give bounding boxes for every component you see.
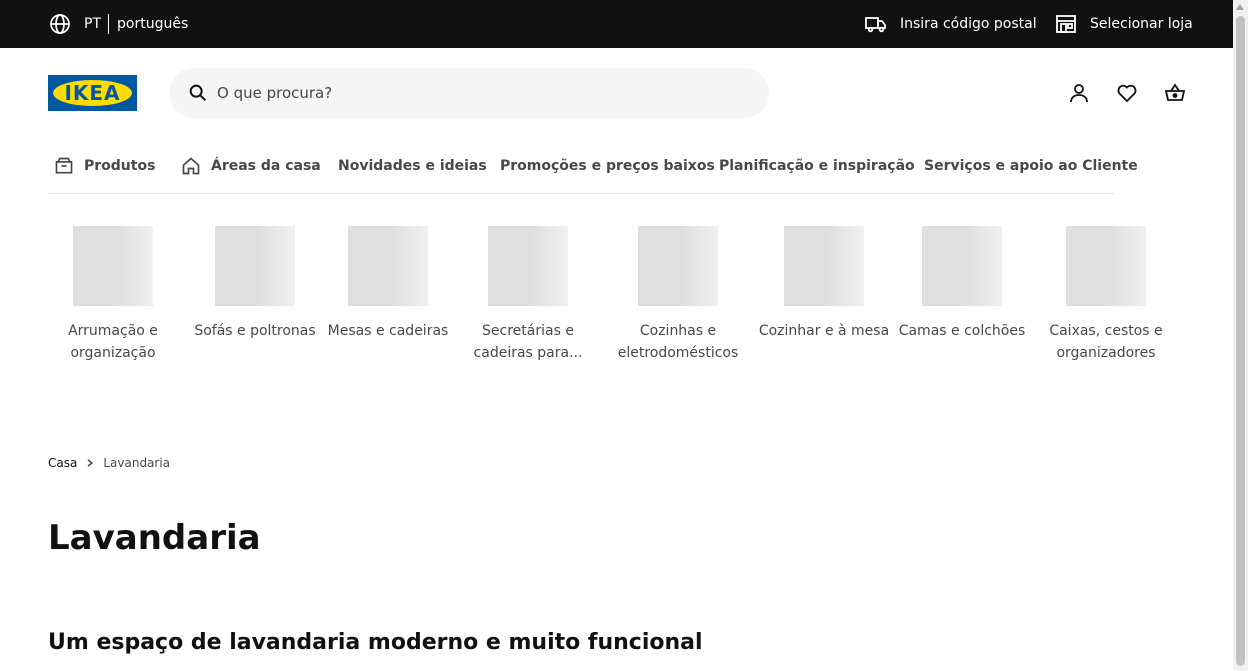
postal-code-button[interactable]: Insira código postal [864, 12, 1037, 36]
category-label: Cozinhar e à mesa [758, 323, 890, 339]
nav-item-label: Promoções e preços baixos [500, 158, 715, 174]
page-scrollbar[interactable] [1233, 0, 1248, 671]
category-image [784, 226, 864, 306]
page-title: Lavandaria [48, 518, 261, 558]
category-item[interactable]: Cozinhas e eletrodomésticos [603, 226, 753, 364]
category-label: Camas e colchões [898, 323, 1026, 339]
category-item[interactable]: Sofás e poltronas [180, 226, 330, 342]
nav-item-news[interactable]: Novidades e ideias [338, 156, 487, 176]
breadcrumb-link-home[interactable]: Casa [48, 456, 77, 470]
scrollbar-thumb[interactable] [1236, 16, 1245, 666]
nav-item-label: Áreas da casa [211, 158, 321, 174]
category-image [488, 226, 568, 306]
nav-item-products[interactable]: Produtos [54, 156, 155, 176]
heart-icon[interactable] [1115, 81, 1139, 105]
breadcrumb: Casa Lavandaria [48, 456, 170, 470]
category-item[interactable]: Arrumação e organização [38, 226, 188, 364]
chevron-right-icon [87, 459, 94, 467]
category-item[interactable]: Caixas, cestos e organizadores [1031, 226, 1181, 364]
logo-text: IKEA [64, 81, 121, 105]
store-icon [1056, 15, 1076, 33]
category-label: Arrumação e organização [68, 323, 158, 361]
category-item[interactable]: Mesas e cadeiras [313, 226, 463, 342]
search-input[interactable] [217, 68, 737, 118]
language-name[interactable]: português [117, 15, 188, 33]
delivery-truck-icon [865, 17, 886, 33]
nav-item-promotions[interactable]: Promoções e preços baixos [500, 156, 715, 176]
category-image [215, 226, 295, 306]
scroll-up-arrow-icon[interactable] [1236, 4, 1244, 10]
language-code[interactable]: PT [84, 15, 101, 33]
category-label: Secretárias e cadeiras para... [473, 323, 583, 361]
nav-item-planning[interactable]: Planificação e inspiração [719, 156, 915, 176]
category-item[interactable]: Camas e colchões [887, 226, 1037, 342]
nav-item-home-areas[interactable]: Áreas da casa [181, 156, 321, 176]
globe-icon[interactable] [48, 12, 72, 36]
ikea-logo[interactable]: IKEA [48, 75, 137, 111]
category-image [1066, 226, 1146, 306]
box-icon [55, 157, 73, 174]
user-icon[interactable] [1067, 81, 1091, 105]
category-item[interactable]: Secretárias e cadeiras para... [453, 226, 603, 364]
main-navigation: Produtos Áreas da casa Novidades e ideia… [48, 150, 1138, 194]
search-bar[interactable] [169, 68, 769, 118]
category-label: Cozinhas e eletrodomésticos [617, 323, 739, 361]
category-label: Caixas, cestos e organizadores [1049, 323, 1163, 361]
breadcrumb-current: Lavandaria [103, 456, 171, 470]
language-divider [108, 14, 109, 34]
category-image [922, 226, 1002, 306]
category-image [638, 226, 718, 306]
select-store-button[interactable]: Selecionar loja [1054, 12, 1193, 36]
nav-item-label: Novidades e ideias [338, 158, 487, 174]
category-label: Sofás e poltronas [194, 323, 316, 339]
category-image [73, 226, 153, 306]
section-heading: Um espaço de lavandaria moderno e muito … [48, 630, 703, 655]
category-image [348, 226, 428, 306]
category-label: Mesas e cadeiras [327, 323, 449, 339]
shopping-bag-icon[interactable] [1163, 81, 1187, 105]
select-store-label: Selecionar loja [1090, 16, 1193, 32]
nav-item-label: Produtos [84, 158, 156, 174]
search-icon[interactable] [187, 82, 209, 104]
top-bar: PT português Insira código postal Seleci… [0, 0, 1233, 48]
nav-item-label: Serviços e apoio ao Cliente [924, 158, 1138, 174]
postal-code-label: Insira código postal [900, 16, 1037, 32]
nav-item-label: Planificação e inspiração [719, 158, 915, 174]
nav-item-services[interactable]: Serviços e apoio ao Cliente [924, 156, 1138, 176]
house-icon [182, 157, 200, 175]
category-item[interactable]: Cozinhar e à mesa [749, 226, 899, 342]
